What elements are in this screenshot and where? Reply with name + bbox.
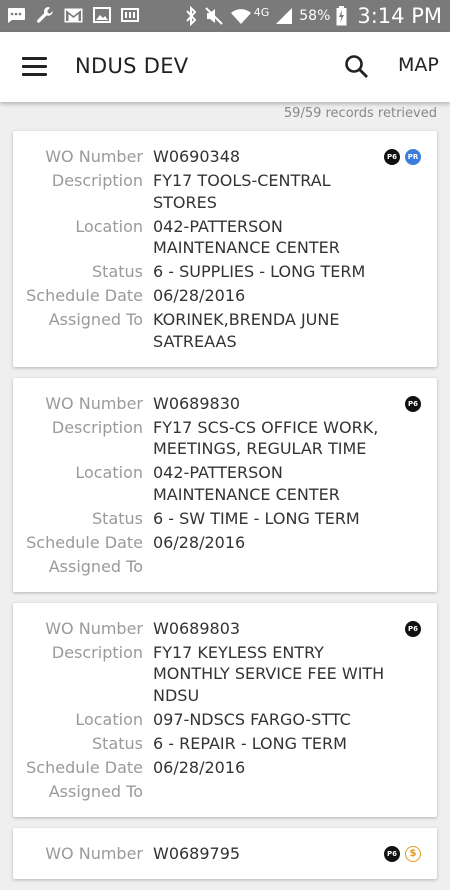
schedule-date-value: 06/28/2016 — [153, 286, 246, 305]
sms-icon — [8, 8, 25, 23]
wo-number-value: W0689803 — [153, 618, 241, 638]
map-button[interactable]: MAP — [398, 54, 439, 76]
assigned-to-value — [143, 781, 393, 803]
network-type: 4G — [253, 5, 270, 19]
clock: 3:14 PM — [357, 4, 442, 28]
app-bar: NDUS DEV MAP — [0, 32, 450, 102]
wo-number-label: WO Number — [45, 843, 143, 863]
schedule-date-label: Schedule Date — [26, 757, 143, 777]
work-order-card[interactable]: P6 WO Number W0689803 Description FY17 KEY… — [13, 602, 437, 817]
location-label: Location — [75, 709, 143, 729]
assigned-to-value — [143, 556, 393, 578]
wo-number-value: W0689795 — [153, 843, 241, 863]
hamburger-icon — [22, 57, 47, 60]
wifi-icon — [230, 9, 251, 24]
signal-icon — [276, 8, 293, 24]
work-order-card[interactable]: P6 WO Number W0689830 Description FY17 SCS… — [13, 377, 437, 592]
wo-number-label: WO Number — [45, 618, 143, 638]
status-value: 6 - REPAIR - LONG TERM — [153, 733, 347, 753]
menu-button[interactable] — [22, 56, 48, 78]
gallery-icon — [93, 7, 111, 23]
p6-badge-icon: P6 — [384, 149, 400, 165]
assigned-to-label: Assigned To — [48, 556, 143, 576]
battery-percent: 58% — [299, 8, 331, 24]
wrench-icon — [37, 7, 53, 23]
card-badges: P6 — [405, 395, 421, 412]
assigned-to-label: Assigned To — [48, 310, 143, 329]
description-label: Description — [51, 171, 143, 190]
card-badges: P6 PR — [384, 149, 421, 165]
p6-badge-icon: P6 — [405, 620, 421, 637]
status-bar: 4G 58% 3:14 PM — [0, 0, 450, 32]
status-value: 6 - SW TIME - LONG TERM — [153, 508, 360, 528]
pr-badge-icon: PR — [405, 149, 421, 165]
description-value: FY17 TOOLS-CENTRAL STORES — [153, 171, 331, 212]
schedule-date-value: 06/28/2016 — [153, 532, 246, 552]
location-label: Location — [75, 463, 143, 482]
wo-number-label: WO Number — [45, 393, 143, 413]
location-value: 097-NDSCS FARGO-STTC — [153, 709, 351, 729]
schedule-date-value: 06/28/2016 — [153, 757, 246, 777]
wo-number-label: WO Number — [45, 147, 143, 166]
hamburger-icon-line — [22, 73, 47, 76]
dollar-badge-icon: $ — [405, 845, 421, 862]
search-icon — [345, 55, 368, 78]
mute-icon — [205, 7, 223, 25]
hamburger-icon-line — [22, 65, 47, 68]
location-value: 042-PATTERSON MAINTENANCE CENTER — [153, 216, 340, 258]
description-value: FY17 KEYLESS ENTRY MONTHLY SERVICE FEE W… — [153, 642, 385, 705]
status-label: Status — [92, 262, 143, 281]
p6-badge-icon: P6 — [405, 395, 421, 412]
search-button[interactable] — [344, 54, 370, 80]
description-value: FY17 SCS-CS OFFICE WORK, MEETINGS, REGUL… — [153, 417, 379, 459]
status-label: Status — [92, 733, 143, 753]
card-badges: P6 $ — [384, 845, 421, 862]
battery-charging-icon — [336, 6, 347, 26]
work-order-list: P6 PR WO Number W0690348 Description FY17 … — [13, 131, 437, 890]
status-value: 6 - SUPPLIES - LONG TERM — [153, 262, 366, 281]
wo-number-value: W0690348 — [153, 147, 241, 166]
p6-badge-icon: P6 — [384, 845, 400, 862]
location-label: Location — [75, 216, 143, 236]
assigned-to-value: KORINEK,BRENDA JUNE SATREAAS — [153, 310, 340, 351]
description-label: Description — [51, 642, 143, 662]
schedule-date-label: Schedule Date — [26, 532, 143, 552]
system-icons: 4G 58% 3:14 PM — [184, 4, 442, 28]
bluetooth-icon — [185, 6, 197, 26]
wo-number-value: W0689830 — [153, 393, 241, 413]
status-label: Status — [92, 508, 143, 528]
work-order-card[interactable]: P6 $ WO Number W0689795 — [13, 827, 437, 879]
notification-icons — [6, 6, 139, 24]
card-badges: P6 — [405, 620, 421, 637]
work-order-card[interactable]: P6 PR WO Number W0690348 Description FY17 … — [13, 131, 437, 367]
assigned-to-label: Assigned To — [48, 781, 143, 801]
gmail-icon — [64, 8, 83, 22]
app-title: NDUS DEV — [75, 54, 189, 78]
sd-card-icon — [121, 8, 139, 22]
schedule-date-label: Schedule Date — [26, 286, 143, 305]
description-label: Description — [51, 417, 143, 437]
records-count: 59/59 records retrieved — [283, 106, 437, 121]
location-value: 042-PATTERSON MAINTENANCE CENTER — [153, 463, 340, 504]
